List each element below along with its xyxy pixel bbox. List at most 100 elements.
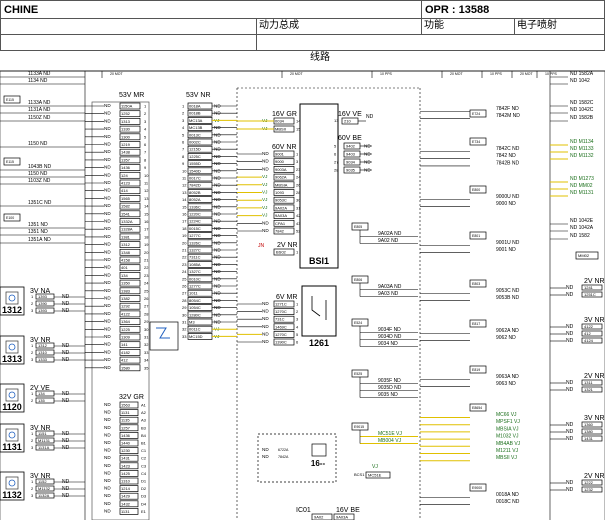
left-edge-wire-label: 1150 ND [28,171,48,177]
right-connector-name: 2V NR [584,278,605,285]
wire-id: 1277C [189,284,201,289]
pin-number: 13 [144,196,149,201]
wire-id: 1381 [121,234,131,239]
pin-number: 3 [296,317,299,322]
bsi-2v-nr-title: 2V NR [277,242,298,249]
pin-number: 2 [296,309,299,314]
wire-color: ND [262,151,269,156]
pin-number: 1 [182,104,185,109]
wire-color: ND [104,478,111,483]
wire-id: 1232 [584,487,594,492]
left-edge-wire-label: 1351A ND [28,237,51,243]
pin-number: 30 [296,198,301,203]
wire-id: MC15D [189,334,203,339]
wire-id: 1423 [121,463,131,468]
wire-id: 1215D [189,147,201,152]
splice-id: E800 [472,188,480,192]
wire-id: 6722A [278,448,289,452]
pin-number: 11 [144,181,149,186]
wire-id: 1382 [121,296,131,301]
splice-id: E115 [6,98,14,102]
wire-id: 9A03A [336,515,348,520]
wire-id: 1327C [189,269,201,274]
right-edge-box-label: MM02 [578,253,590,258]
wire-id: 4122 [121,311,131,316]
wire-id: 1541 [121,211,131,216]
right-edge-wire: ND 1582C [570,100,594,106]
wire-id: 1270C [275,309,287,314]
wire-id: 1432 [121,501,131,506]
pin-number: 32 [144,342,149,347]
component-16-icon [311,443,327,457]
wire-id: 1436 [121,433,131,438]
wire-color: ND [104,417,111,422]
right-edge-green-wire: ND MM02 [570,183,593,189]
right-edge-wire: ND 1582B [570,115,594,121]
pin-number: 1 [144,104,147,109]
pin-number: 23 [296,167,301,172]
wire-color: ND [104,157,111,162]
pin-number: 3 [31,308,34,313]
pin-number: 21 [182,248,187,253]
ruler-mark: 10 PPS [380,72,393,76]
wire-id: 141 [121,342,128,347]
wire-id: 1425 [121,471,131,476]
splice-id: E8654 [472,406,482,410]
wire-id: 1292 [121,304,131,309]
pin-number: A3 [141,418,147,423]
wire-id: 4158 [121,258,131,263]
wire-id: 1257 [121,425,131,430]
pin-number: 27 [144,304,149,309]
pin-number: 3 [144,119,147,124]
wire-id: 1469C [275,324,287,329]
wire-id: MC13A [189,118,203,123]
right-wire-label: M1032 VJ [496,434,519,440]
wiring-diagram: 20 MOT 20 MOT 10 PPS 20 MOT 10 PPS 20 MOT 10 P… [0,70,605,520]
left-edge-wire-label: 1131A ND [28,107,51,113]
wire-id: 0034 [275,119,285,124]
wire-color: VJ [262,205,267,210]
pin-number: 29 [144,319,149,324]
right-edge-green-wire: ND M1134 [570,139,594,145]
pin-number: 27 [182,291,187,296]
wire-id: 9062A [275,175,287,180]
wire-id: 1326C [189,240,201,245]
wire-color: ND [566,436,574,442]
component-icon [5,428,19,442]
wire-id: 1152 [38,479,47,484]
left-edge-wire-label: 1150 ND [28,141,48,147]
wire-id: 1310 [38,350,48,355]
wire-id: 1390 [38,301,48,306]
relay-icon [311,296,327,320]
relay-1261-label: 1261 [309,338,329,348]
pin-number: 2 [144,111,147,116]
right-wire-label: MC66 VJ [496,412,517,418]
wire-id: 1085A [189,262,201,267]
wire-color: ND [566,292,574,298]
right-edge-green-wire: ND M1132 [570,153,594,159]
right-wire-label: MB4AB VJ [496,441,521,447]
wire-id: 9001 [275,152,285,157]
wire-color: VJ [372,464,378,470]
wire-id: 1321 [584,387,594,392]
component-id: 1120 [2,402,22,412]
pin-number: 22 [144,265,149,270]
wire-id: 1310 [121,479,131,484]
component-icon-circle [8,431,16,439]
splice-wire-label: 9A03 ND [378,291,399,297]
wire-id: M1131 [38,438,51,443]
wire-id: 9000 [275,159,285,164]
wire-id: 0015C [189,226,201,231]
wire-id: 1225 [121,327,131,332]
component-16-label: 16-- [311,459,326,468]
wire-id: 9003A [275,167,287,172]
wire-color: ND [566,480,574,486]
wire-id: 1230 [121,448,131,453]
left-edge-wire-label: 1133A ND [28,71,51,77]
splice-wire-label: 9A02 ND [378,238,399,244]
left-edge-wire-label: 1103Z ND [28,178,51,184]
wire-color: ND [104,311,111,316]
pin-number: 12 [144,188,149,193]
wire-id: 1225C [189,154,201,159]
wire-id: 1440 [121,441,131,446]
